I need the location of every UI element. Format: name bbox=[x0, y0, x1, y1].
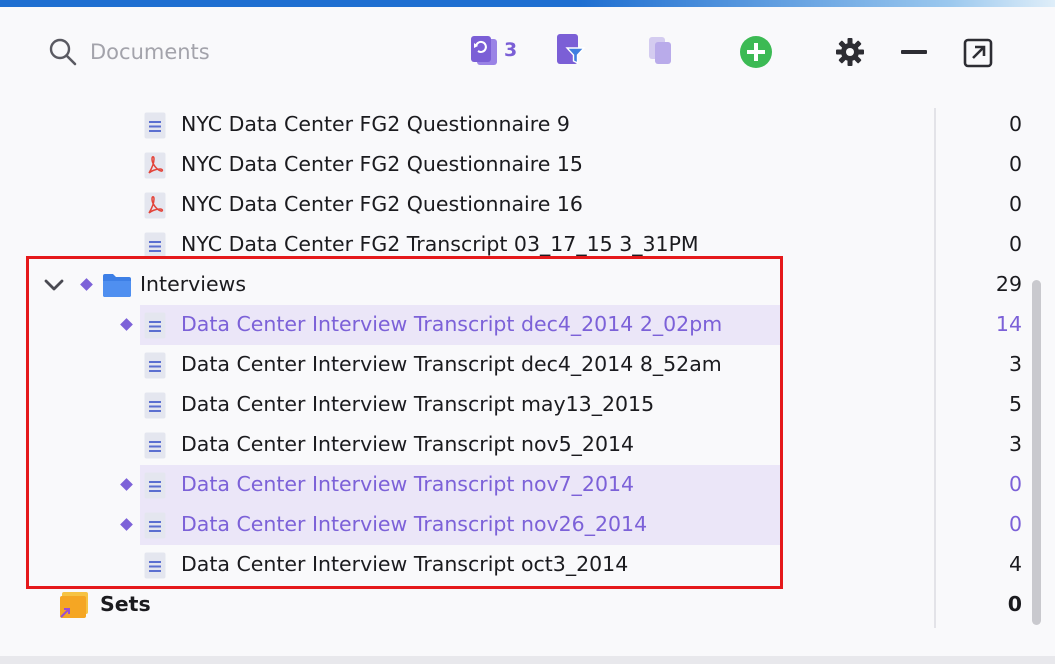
document-row-selected[interactable]: Data Center Interview Transcript nov7_20… bbox=[0, 465, 1040, 505]
folder-icon bbox=[103, 274, 131, 297]
sets-row[interactable]: Sets 0 bbox=[0, 585, 1040, 625]
pdf-document-icon bbox=[144, 152, 166, 179]
chevron-down-icon[interactable] bbox=[42, 275, 66, 295]
quotation-count: 0 bbox=[1008, 232, 1022, 256]
group-name: Interviews bbox=[140, 272, 247, 296]
document-name: Data Center Interview Transcript oct3_20… bbox=[181, 552, 629, 576]
selection-marker-diamond bbox=[120, 518, 133, 531]
quotation-count: 0 bbox=[1008, 192, 1022, 216]
recent-documents-button[interactable]: 3 bbox=[468, 33, 517, 67]
quotation-count: 0 bbox=[1008, 152, 1022, 176]
filter-documents-button[interactable] bbox=[553, 32, 587, 68]
document-row[interactable]: NYC Data Center FG2 Questionnaire 15 0 bbox=[0, 145, 1040, 185]
document-name: NYC Data Center FG2 Questionnaire 15 bbox=[181, 152, 583, 176]
selection-marker-diamond bbox=[120, 318, 133, 331]
quotation-count: 4 bbox=[1008, 552, 1022, 576]
documents-toolbar: Documents 3 bbox=[0, 7, 1055, 95]
group-marker-diamond bbox=[80, 278, 93, 291]
quotation-count: 0 bbox=[1008, 512, 1022, 536]
settings-button[interactable] bbox=[834, 36, 866, 68]
minus-icon bbox=[901, 50, 927, 54]
sets-count: 0 bbox=[1007, 592, 1022, 616]
document-filter-icon bbox=[557, 34, 586, 65]
document-row-selected[interactable]: Data Center Interview Transcript dec4_20… bbox=[0, 305, 1040, 345]
text-document-icon bbox=[144, 392, 166, 419]
document-name: Data Center Interview Transcript dec4_20… bbox=[181, 352, 722, 376]
quotation-count: 3 bbox=[1008, 432, 1022, 456]
selection-marker-diamond bbox=[120, 478, 133, 491]
pdf-document-icon bbox=[144, 192, 166, 219]
gear-icon bbox=[836, 38, 864, 66]
search-placeholder[interactable]: Documents bbox=[90, 40, 210, 64]
add-document-button[interactable] bbox=[739, 35, 773, 69]
quotation-count: 0 bbox=[1008, 112, 1022, 136]
document-name: NYC Data Center FG2 Questionnaire 9 bbox=[181, 112, 570, 136]
document-name: Data Center Interview Transcript may13_2… bbox=[181, 392, 655, 416]
copy-icon bbox=[649, 37, 671, 64]
add-circle-icon bbox=[740, 36, 772, 68]
text-document-icon bbox=[144, 552, 166, 579]
recent-count-badge: 3 bbox=[504, 39, 518, 61]
document-row[interactable]: NYC Data Center FG2 Transcript 03_17_15 … bbox=[0, 225, 1040, 265]
document-row-selected[interactable]: Data Center Interview Transcript nov26_2… bbox=[0, 505, 1040, 545]
document-name: NYC Data Center FG2 Transcript 03_17_15 … bbox=[181, 232, 699, 256]
document-row[interactable]: Data Center Interview Transcript may13_2… bbox=[0, 385, 1040, 425]
quotation-count: 14 bbox=[995, 312, 1022, 336]
text-document-icon bbox=[144, 112, 166, 139]
document-sets-icon bbox=[60, 592, 88, 618]
minimize-button[interactable] bbox=[900, 45, 928, 59]
documents-refresh-icon bbox=[471, 36, 497, 65]
quotation-count: 5 bbox=[1008, 392, 1022, 416]
document-row[interactable]: NYC Data Center FG2 Questionnaire 16 0 bbox=[0, 185, 1040, 225]
copy-documents-button[interactable] bbox=[646, 35, 676, 67]
document-name: Data Center Interview Transcript nov5_20… bbox=[181, 432, 635, 456]
quotation-count: 3 bbox=[1008, 352, 1022, 376]
search-icon[interactable] bbox=[48, 37, 78, 67]
text-document-icon bbox=[144, 312, 166, 339]
document-name: Data Center Interview Transcript dec4_20… bbox=[181, 312, 723, 336]
pop-out-button[interactable] bbox=[962, 37, 994, 69]
document-name: Data Center Interview Transcript nov7_20… bbox=[181, 472, 635, 496]
open-external-icon bbox=[963, 38, 993, 68]
panel-bottom-edge bbox=[0, 656, 1055, 664]
column-divider bbox=[934, 108, 936, 628]
document-row[interactable]: Data Center Interview Transcript dec4_20… bbox=[0, 345, 1040, 385]
text-document-icon bbox=[144, 472, 166, 499]
text-document-icon bbox=[144, 432, 166, 459]
document-row[interactable]: Data Center Interview Transcript nov5_20… bbox=[0, 425, 1040, 465]
document-row[interactable]: NYC Data Center FG2 Questionnaire 9 0 bbox=[0, 105, 1040, 145]
group-count: 29 bbox=[995, 272, 1022, 296]
window-top-accent-bar bbox=[0, 0, 1055, 7]
document-group-row[interactable]: Interviews 29 bbox=[0, 265, 1040, 305]
document-name: Data Center Interview Transcript nov26_2… bbox=[181, 512, 648, 536]
text-document-icon bbox=[144, 352, 166, 379]
text-document-icon bbox=[144, 232, 166, 259]
vertical-scrollbar-thumb[interactable] bbox=[1032, 280, 1041, 625]
sets-label: Sets bbox=[100, 592, 151, 616]
quotation-count: 0 bbox=[1008, 472, 1022, 496]
text-document-icon bbox=[144, 512, 166, 539]
document-row[interactable]: Data Center Interview Transcript oct3_20… bbox=[0, 545, 1040, 585]
document-name: NYC Data Center FG2 Questionnaire 16 bbox=[181, 192, 583, 216]
